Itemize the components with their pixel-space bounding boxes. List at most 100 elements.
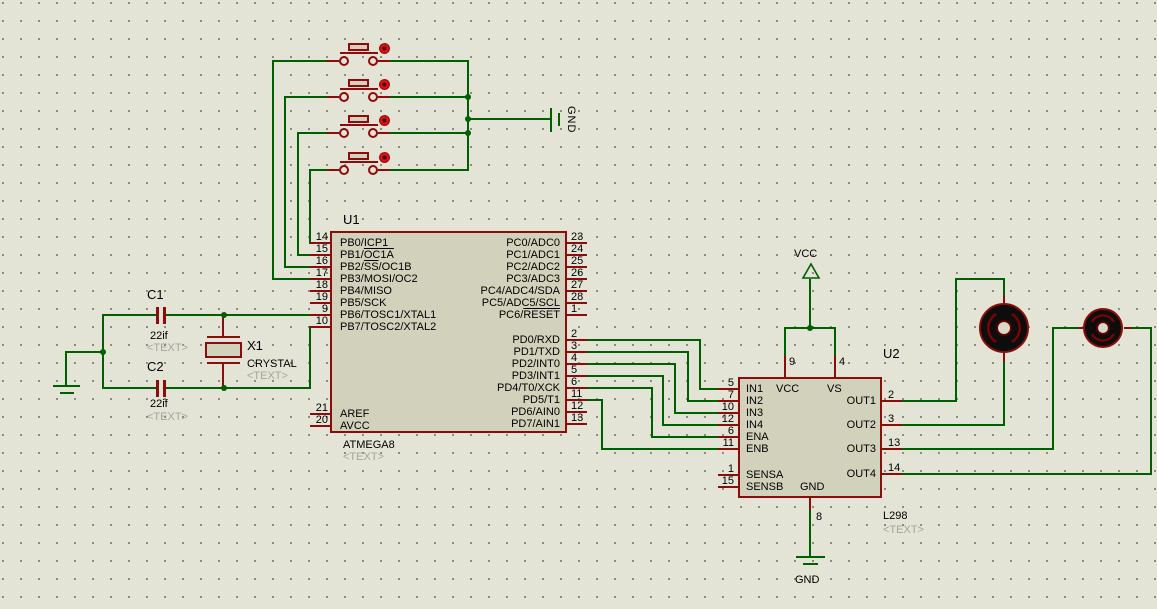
pin-stub[interactable] [834, 356, 836, 377]
wire[interactable] [1003, 362, 1005, 426]
button-terminal[interactable] [339, 128, 349, 138]
wire[interactable] [662, 375, 664, 426]
wire[interactable] [662, 424, 718, 426]
capacitor-plate[interactable] [156, 307, 159, 324]
wire[interactable] [309, 326, 311, 389]
button-actuator-icon[interactable] [379, 79, 390, 90]
wire[interactable] [687, 351, 689, 402]
push-button-body[interactable] [348, 79, 369, 87]
wire[interactable] [902, 424, 1005, 426]
wire[interactable] [1052, 327, 1054, 450]
wire[interactable] [310, 169, 327, 171]
wire[interactable] [297, 132, 299, 256]
ground-symbol[interactable] [550, 108, 552, 132]
wire[interactable] [166, 314, 311, 316]
pin-stub[interactable] [327, 169, 339, 171]
pin-stub[interactable] [809, 498, 811, 510]
wire[interactable] [1131, 327, 1151, 329]
button-actuator-icon[interactable] [379, 152, 390, 163]
wire[interactable] [467, 118, 551, 120]
button-terminal[interactable] [368, 56, 378, 66]
wire[interactable] [102, 314, 156, 316]
wire[interactable] [1150, 327, 1152, 475]
wire[interactable] [809, 279, 811, 329]
pin-stub[interactable] [378, 169, 390, 171]
wire[interactable] [587, 339, 700, 341]
pin-label: PC5/ADC5/SCL [400, 297, 560, 309]
wire[interactable] [902, 473, 1152, 475]
wire[interactable] [587, 387, 652, 389]
pin-label: ENA [746, 431, 769, 443]
button-actuator-icon[interactable] [379, 115, 390, 126]
pin-stub[interactable] [378, 60, 390, 62]
ground-symbol[interactable] [803, 563, 818, 565]
pin-stub[interactable] [784, 356, 786, 377]
wire[interactable] [784, 327, 786, 356]
wire[interactable] [102, 387, 156, 389]
wire[interactable] [587, 399, 602, 401]
wire[interactable] [651, 436, 718, 438]
wire[interactable] [587, 375, 663, 377]
wire[interactable] [699, 339, 701, 390]
ground-symbol[interactable] [558, 113, 560, 126]
pin-label: OUT4 [796, 468, 876, 480]
wire[interactable] [285, 96, 327, 98]
ground-symbol[interactable] [53, 385, 80, 387]
wire[interactable] [955, 278, 1005, 280]
wire[interactable] [601, 399, 603, 450]
schematic-canvas[interactable]: GND C1 22if <TEXT> C2 22if <TEXT> X1 CRY… [0, 0, 1157, 609]
wire[interactable] [272, 60, 274, 280]
pin-stub[interactable] [1124, 327, 1131, 329]
wire[interactable] [587, 351, 688, 353]
wire[interactable] [390, 169, 468, 171]
wire[interactable] [284, 96, 286, 268]
wire[interactable] [834, 327, 836, 356]
pin-number: 21 [306, 402, 328, 414]
crystal-plate[interactable] [207, 336, 240, 338]
pin-stub[interactable] [327, 60, 339, 62]
button-terminal[interactable] [368, 165, 378, 175]
button-terminal[interactable] [339, 165, 349, 175]
button-terminal[interactable] [368, 128, 378, 138]
crystal-x1[interactable] [205, 342, 242, 358]
pin-stub[interactable] [327, 132, 339, 134]
wire[interactable] [674, 363, 676, 414]
wire[interactable] [166, 387, 311, 389]
wire[interactable] [1003, 278, 1005, 296]
wire[interactable] [587, 363, 675, 365]
wire[interactable] [65, 351, 67, 386]
dc-motor-1[interactable] [977, 301, 1031, 355]
wire[interactable] [651, 387, 653, 438]
button-terminal[interactable] [339, 56, 349, 66]
pin-label: PB1/OC1A [340, 249, 394, 261]
pin-stub[interactable] [378, 132, 390, 134]
wire[interactable] [65, 351, 103, 353]
wire[interactable] [273, 60, 327, 62]
pin-stub[interactable] [327, 96, 339, 98]
ground-symbol[interactable] [796, 556, 825, 558]
wire[interactable] [902, 448, 1054, 450]
dc-motor-2[interactable] [1082, 307, 1124, 349]
capacitor-plate[interactable] [156, 380, 159, 397]
push-button-body[interactable] [348, 43, 369, 51]
wire[interactable] [390, 96, 468, 98]
wire[interactable] [390, 60, 468, 62]
wire[interactable] [1052, 327, 1078, 329]
button-terminal[interactable] [368, 92, 378, 102]
pin-stub[interactable] [378, 96, 390, 98]
button-terminal[interactable] [339, 92, 349, 102]
wire[interactable] [298, 132, 327, 134]
wire[interactable] [809, 510, 811, 557]
pin-label: PC0/ADC0 [400, 237, 560, 249]
wire[interactable] [955, 278, 957, 402]
placeholder-text: <TEXT> [147, 411, 188, 423]
crystal-plate[interactable] [207, 362, 240, 364]
wire[interactable] [390, 132, 468, 134]
wire[interactable] [601, 448, 718, 450]
ground-symbol[interactable] [60, 392, 74, 394]
push-button-body[interactable] [348, 152, 369, 160]
button-actuator-icon[interactable] [379, 43, 390, 54]
push-button-body[interactable] [348, 115, 369, 123]
wire[interactable] [902, 400, 956, 402]
vcc-symbol[interactable] [801, 262, 821, 280]
